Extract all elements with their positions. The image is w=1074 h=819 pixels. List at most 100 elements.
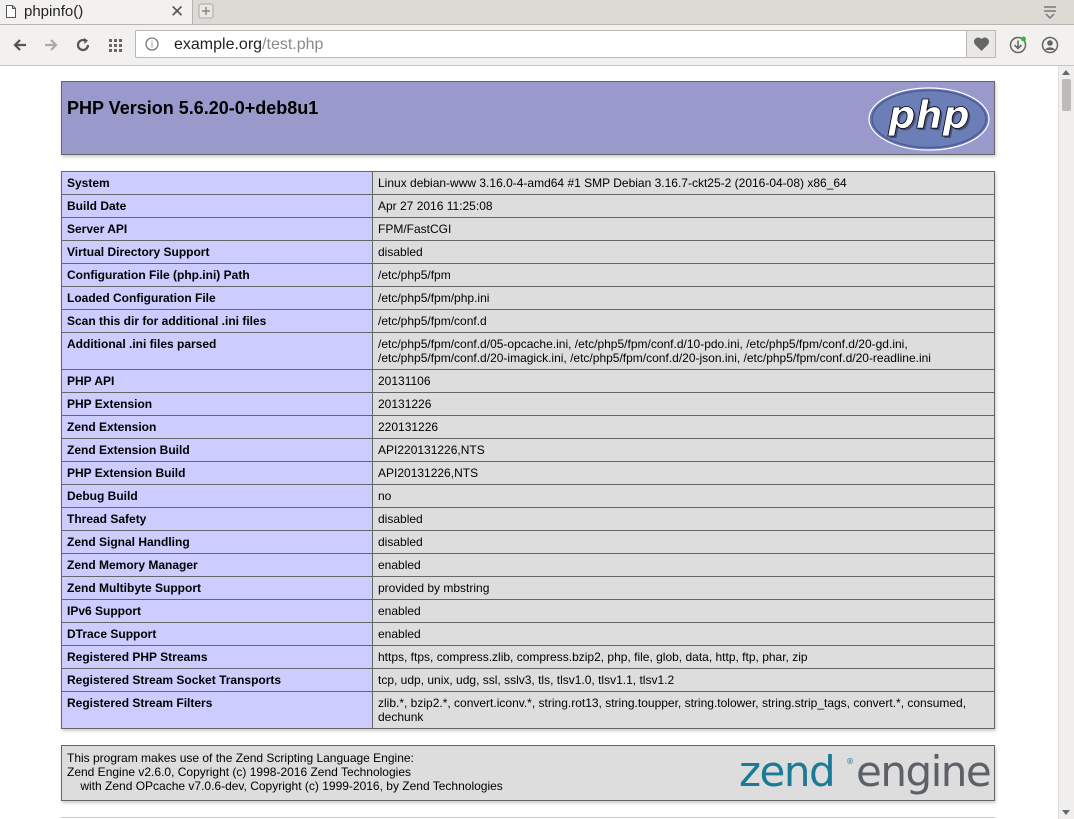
url-text: example.org/test.php — [174, 36, 323, 54]
table-row: Configuration File (php.ini) Path/etc/ph… — [61, 263, 995, 287]
setting-name: Loaded Configuration File — [61, 286, 373, 310]
setting-value: provided by mbstring — [372, 576, 995, 600]
setting-name: Build Date — [61, 194, 373, 218]
scroll-up-icon[interactable] — [1062, 70, 1070, 75]
setting-value: Linux debian-www 3.16.0-4-amd64 #1 SMP D… — [372, 171, 995, 195]
table-row: IPv6 Support enabled — [61, 599, 995, 623]
php-info-table: System Linux debian-www 3.16.0-4-amd64 #1… — [61, 171, 995, 729]
table-row: Loaded Configuration File/etc/php5/fpm/p… — [61, 286, 995, 310]
setting-value: enabled — [372, 622, 995, 646]
setting-value: disabled — [372, 507, 995, 531]
setting-name: Registered Stream Filters — [61, 691, 373, 729]
site-info-icon[interactable]: i — [145, 37, 159, 51]
table-row: Registered Stream Socket Transports tcp, … — [61, 668, 995, 692]
tab-phpinfo[interactable]: phpinfo() ✕ — [0, 0, 193, 24]
setting-value: Apr 27 2016 11:25:08 — [372, 194, 995, 218]
zend-engine-logo[interactable]: zend ® engine — [739, 750, 991, 800]
table-row: Zend Extension 220131226 — [61, 415, 995, 439]
setting-name: IPv6 Support — [61, 599, 373, 623]
reload-icon[interactable] — [74, 36, 92, 54]
table-row: System Linux debian-www 3.16.0-4-amd64 #1… — [61, 171, 995, 195]
setting-name: Scan this dir for additional .ini files — [61, 309, 373, 333]
setting-value: zlib.*, bzip2.*, convert.iconv.*, string… — [372, 691, 995, 729]
setting-name: Thread Safety — [61, 507, 373, 531]
zend-notice-line-2: Zend Engine v2.6.0, Copyright (c) 1998-2… — [67, 765, 411, 779]
setting-value: /etc/php5/fpm — [372, 263, 995, 287]
setting-name: PHP API — [61, 369, 373, 393]
table-row: Zend Extension Build API220131226,NTS — [61, 438, 995, 462]
zend-engine-box: This program makes use of the Zend Scrip… — [61, 745, 995, 801]
setting-value: no — [372, 484, 995, 508]
setting-name: Configuration File (php.ini) Path — [61, 263, 373, 287]
setting-value: /etc/php5/fpm/conf.d — [372, 309, 995, 333]
setting-value: disabled — [372, 240, 995, 264]
table-row: Registered Stream Filters zlib.*, bzip2.*… — [61, 691, 995, 729]
setting-name: Virtual Directory Support — [61, 240, 373, 264]
setting-value: 220131226 — [372, 415, 995, 439]
table-row: PHP Extension Build API20131226,NTS — [61, 461, 995, 485]
page-viewport: PHP Version 5.6.20-0+deb8u1 php php Syst… — [0, 66, 1058, 819]
tab-bar: phpinfo() ✕ — [0, 0, 1074, 25]
page-icon — [6, 5, 16, 18]
setting-value: /etc/php5/fpm/php.ini — [372, 286, 995, 310]
page-title: PHP Version 5.6.20-0+deb8u1 — [67, 98, 319, 118]
setting-name: System — [61, 171, 373, 195]
php-info-table-body: System Linux debian-www 3.16.0-4-amd64 #1… — [61, 171, 995, 729]
setting-value: enabled — [372, 599, 995, 623]
zend-notice-line-3: with Zend OPcache v7.0.6-dev, Copyright … — [67, 779, 503, 793]
setting-value: 20131226 — [372, 392, 995, 416]
engine-logo-word: engine — [856, 750, 990, 796]
setting-name: Registered Stream Socket Transports — [61, 668, 373, 692]
setting-value: FPM/FastCGI — [372, 217, 995, 241]
table-row: Registered PHP Streams https, ftps, compr… — [61, 645, 995, 669]
setting-value: disabled — [372, 530, 995, 554]
setting-value: enabled — [372, 553, 995, 577]
tab-list-icon[interactable] — [1042, 4, 1058, 20]
download-icon[interactable] — [1009, 36, 1027, 54]
zend-logo-registered-mark: ® — [846, 757, 854, 766]
user-account-icon[interactable] — [1041, 36, 1059, 54]
setting-name: Zend Signal Handling — [61, 530, 373, 554]
table-row: Zend Signal Handling disabled — [61, 530, 995, 554]
heart-icon — [973, 37, 990, 51]
close-icon[interactable]: ✕ — [170, 2, 184, 22]
table-row: Thread Safety disabled — [61, 507, 995, 531]
table-row: Build Date Apr 27 2016 11:25:08 — [61, 194, 995, 218]
table-row: Additional .ini files parsed/etc/php5/fp… — [61, 332, 995, 370]
browser-toolbar: i example.org/test.php — [0, 25, 1074, 66]
table-row: Zend Multibyte Support provided by mbstri… — [61, 576, 995, 600]
table-row: Server API FPM/FastCGI — [61, 217, 995, 241]
setting-name: DTrace Support — [61, 622, 373, 646]
setting-value: API220131226,NTS — [372, 438, 995, 462]
address-bar[interactable]: i example.org/test.php — [135, 30, 995, 58]
vertical-scrollbar[interactable] — [1058, 66, 1074, 819]
php-logo[interactable]: php php — [867, 86, 991, 152]
tab-title: phpinfo() — [24, 3, 84, 20]
table-row: Zend Memory Manager enabled — [61, 553, 995, 577]
bookmark-button[interactable] — [966, 30, 996, 58]
setting-name: Zend Extension Build — [61, 438, 373, 462]
url-host: example.org — [174, 36, 263, 53]
setting-value: API20131226,NTS — [372, 461, 995, 485]
forward-arrow-icon[interactable] — [42, 36, 60, 54]
url-path: /test.php — [262, 36, 324, 53]
scrollbar-thumb[interactable] — [1062, 79, 1071, 111]
setting-name: Registered PHP Streams — [61, 645, 373, 669]
scroll-down-icon[interactable] — [1062, 810, 1070, 815]
setting-name: Zend Extension — [61, 415, 373, 439]
setting-name: PHP Extension Build — [61, 461, 373, 485]
apps-grid-icon[interactable] — [107, 36, 125, 54]
setting-value: /etc/php5/fpm/conf.d/05-opcache.ini, /et… — [372, 332, 995, 370]
divider — [61, 817, 995, 818]
zend-notice-line-1: This program makes use of the Zend Scrip… — [67, 751, 414, 765]
new-tab-icon[interactable] — [198, 3, 214, 19]
setting-value: https, ftps, compress.zlib, compress.bzi… — [372, 645, 995, 669]
table-row: Debug Build no — [61, 484, 995, 508]
php-version-header: PHP Version 5.6.20-0+deb8u1 php php — [61, 81, 995, 155]
table-row: Virtual Directory Support disabled — [61, 240, 995, 264]
back-arrow-icon[interactable] — [11, 36, 29, 54]
setting-value: 20131106 — [372, 369, 995, 393]
table-row: DTrace Support enabled — [61, 622, 995, 646]
setting-value: tcp, udp, unix, udg, ssl, sslv3, tls, tl… — [372, 668, 995, 692]
table-row: Scan this dir for additional .ini files /… — [61, 309, 995, 333]
